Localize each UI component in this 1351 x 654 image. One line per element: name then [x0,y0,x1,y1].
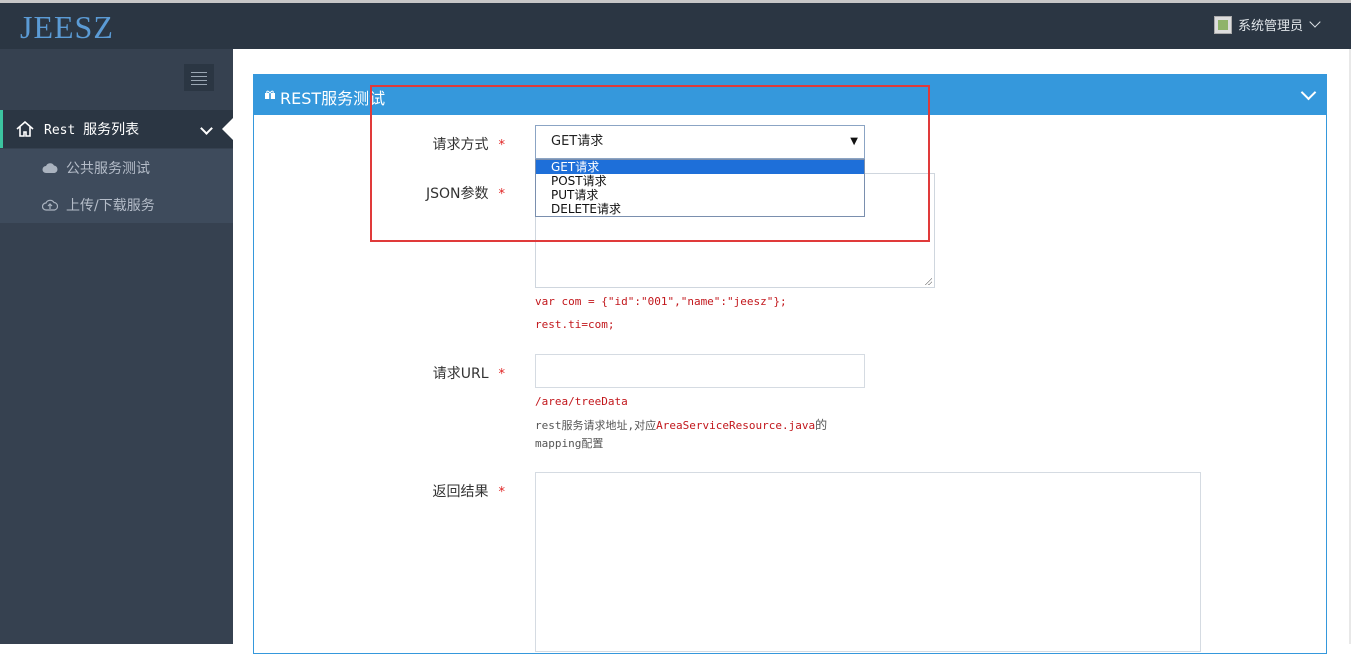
panel-title: REST服务测试 [280,89,386,108]
user-name: 系统管理员 [1237,19,1303,34]
chevron-down-icon [200,122,213,135]
method-option[interactable]: PUT请求 [536,188,864,202]
method-label: 请求方式 * [432,137,506,153]
result-textarea[interactable] [535,472,1201,652]
chevron-down-icon [1309,15,1321,28]
panel-header: REST服务测试 [254,75,1326,115]
sidebar-item-upload-download[interactable]: 上传/下载服务 [0,186,233,223]
method-options-list: GET请求 POST请求 PUT请求 DELETE请求 [535,159,865,217]
required-mark: * [498,187,506,202]
collapse-toggle-icon[interactable] [1300,84,1317,101]
sidebar: Rest 服务列表 公共服务测试 上传/下载服务 [0,49,233,644]
resize-grip-icon[interactable] [924,277,932,285]
json-params-label: JSON参数 * [425,186,506,202]
method-option[interactable]: POST请求 [536,174,864,188]
json-hint-line-1: var com = {"id":"001","name":"jeesz"}; [535,295,787,308]
url-label: 请求URL * [432,366,506,382]
method-option[interactable]: DELETE请求 [536,202,864,216]
active-indicator-arrow [222,118,233,140]
home-icon [16,121,34,137]
required-mark: * [498,367,506,382]
method-option[interactable]: GET请求 [536,160,864,174]
app-logo[interactable]: JEESZ [20,9,114,46]
method-select-value: GET请求 [551,134,604,149]
sidebar-item-label: Rest 服务列表 [44,122,140,138]
required-mark: * [498,485,506,500]
url-input[interactable] [535,354,865,388]
result-label: 返回结果 * [432,484,506,500]
url-description: rest服务请求地址,对应AreaServiceResource.java的 m… [535,418,828,450]
method-select[interactable]: GET请求 ▼ [535,125,865,159]
json-hint-line-2: rest.ti=com; [535,318,615,331]
required-mark: * [498,138,506,153]
sidebar-item-rest-services[interactable]: Rest 服务列表 [0,110,233,148]
cloud-upload-icon [42,199,58,211]
gift-icon [265,90,275,99]
top-navbar: JEESZ 系统管理员 [0,3,1351,49]
user-menu[interactable]: 系统管理员 [1213,15,1321,34]
cloud-icon [42,162,58,173]
sidebar-toggle-button[interactable] [184,64,214,91]
dropdown-arrow-icon: ▼ [850,136,858,147]
sidebar-item-label: 上传/下载服务 [66,197,155,214]
url-example: /area/treeData [535,395,628,408]
sidebar-item-public-service-test[interactable]: 公共服务测试 [0,149,233,186]
user-avatar-icon [1213,15,1232,34]
sidebar-item-label: 公共服务测试 [66,160,150,177]
